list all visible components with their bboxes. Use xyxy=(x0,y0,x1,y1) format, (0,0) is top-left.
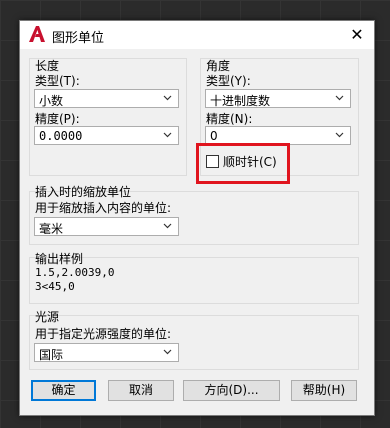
sample-output-line-2: 3<45,0 xyxy=(35,280,75,293)
direction-button[interactable]: 方向(D)... xyxy=(183,380,280,401)
cancel-button[interactable]: 取消 xyxy=(108,380,174,401)
close-button[interactable]: ✕ xyxy=(346,24,368,46)
clockwise-checkbox[interactable] xyxy=(206,155,219,168)
chevron-down-icon xyxy=(163,132,172,138)
length-precision-value: 0.0000 xyxy=(39,129,83,143)
angle-precision-label: 精度(N): xyxy=(206,112,253,126)
clockwise-label[interactable]: 顺时针(C) xyxy=(223,153,277,170)
angle-type-select[interactable]: 十进制度数 xyxy=(205,89,351,108)
length-precision-label: 精度(P): xyxy=(35,112,80,126)
chevron-down-icon xyxy=(163,95,172,101)
autocad-logo-icon xyxy=(29,26,45,42)
sample-output-line-1: 1.5,2.0039,0 xyxy=(35,266,115,279)
length-type-label: 类型(T): xyxy=(35,74,80,88)
ok-button[interactable]: 确定 xyxy=(31,380,96,401)
drawing-units-dialog: 图形单位 ✕ 长度 类型(T): 小数 精度(P): 0.0000 角度 类型(… xyxy=(19,20,375,416)
chevron-down-icon xyxy=(163,349,172,355)
lighting-units-value: 国际 xyxy=(39,348,64,362)
insertion-scale-group-label: 插入时的缩放单位 xyxy=(35,185,132,199)
angle-precision-value: 0 xyxy=(210,129,218,143)
lighting-group-label: 光源 xyxy=(35,310,60,324)
chevron-down-icon xyxy=(335,132,344,138)
chevron-down-icon xyxy=(335,95,344,101)
angle-type-label: 类型(Y): xyxy=(206,74,251,88)
chevron-down-icon xyxy=(163,223,172,229)
lighting-units-select[interactable]: 国际 xyxy=(34,343,179,362)
length-type-select[interactable]: 小数 xyxy=(34,89,179,108)
insertion-units-select[interactable]: 毫米 xyxy=(34,217,179,236)
angle-type-value: 十进制度数 xyxy=(210,94,271,108)
title-bar[interactable]: 图形单位 ✕ xyxy=(20,21,374,49)
insertion-units-label: 用于缩放插入内容的单位: xyxy=(35,201,172,215)
insertion-units-value: 毫米 xyxy=(39,222,64,236)
length-type-value: 小数 xyxy=(39,94,64,108)
sample-output-group-label: 输出样例 xyxy=(35,252,84,266)
help-button[interactable]: 帮助(H) xyxy=(291,380,357,401)
close-icon: ✕ xyxy=(350,25,364,44)
dialog-title: 图形单位 xyxy=(52,31,105,46)
lighting-units-label: 用于指定光源强度的单位: xyxy=(35,327,172,341)
length-precision-select[interactable]: 0.0000 xyxy=(34,126,179,145)
